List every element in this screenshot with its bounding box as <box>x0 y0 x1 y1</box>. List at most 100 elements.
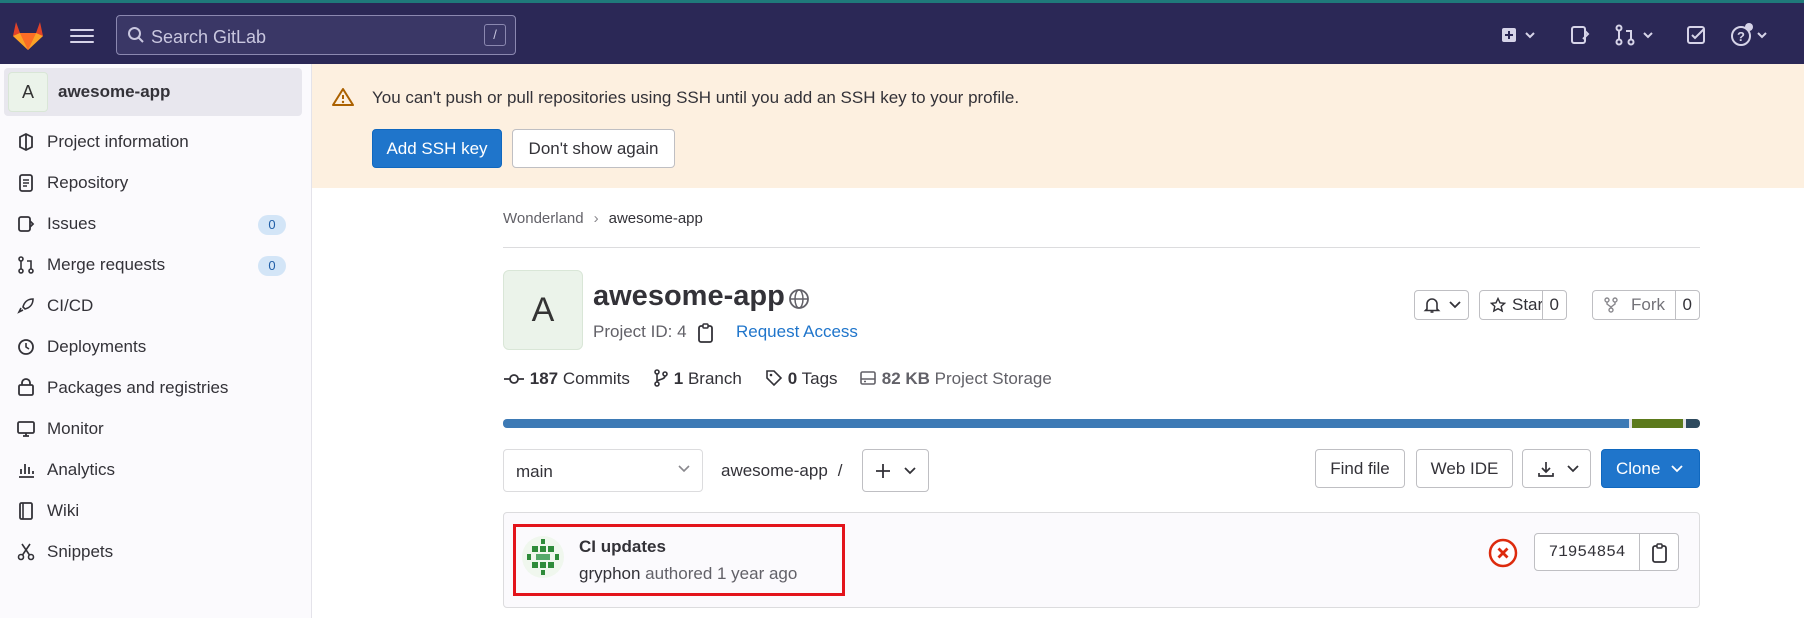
star-button[interactable]: Star 0 <box>1479 290 1567 320</box>
sidebar-item-label: Repository <box>47 173 129 192</box>
storage-icon <box>860 371 876 385</box>
branch-icon <box>654 369 668 387</box>
branch-count: 1 <box>673 369 684 388</box>
issues-count-badge: 0 <box>258 215 286 235</box>
merge-requests-nav-icon[interactable] <box>1614 23 1658 47</box>
dont-show-again-button[interactable]: Don't show again <box>512 129 675 168</box>
sidebar-item-label: Monitor <box>47 419 104 438</box>
language-segment[interactable] <box>503 419 1629 428</box>
copy-project-id-icon[interactable] <box>697 322 715 344</box>
pipeline-failed-icon[interactable] <box>1488 538 1518 568</box>
sidebar-item-project-information[interactable]: Project information <box>0 122 312 162</box>
sidebar-project-header[interactable]: A awesome-app <box>4 68 302 116</box>
todos-icon[interactable] <box>1685 23 1709 47</box>
clone-label: Clone <box>1616 459 1661 478</box>
find-file-button[interactable]: Find file <box>1315 449 1405 488</box>
tags-count: 0 <box>787 369 798 388</box>
copy-sha-button[interactable] <box>1639 533 1679 571</box>
path-separator: / <box>837 461 843 480</box>
chevron-down-icon <box>678 465 690 473</box>
merge-requests-count-badge: 0 <box>258 256 286 276</box>
menu-icon[interactable] <box>70 25 94 45</box>
language-segment[interactable] <box>1685 419 1700 428</box>
search-icon <box>128 27 144 43</box>
gitlab-logo-icon[interactable] <box>10 17 46 53</box>
search-input[interactable]: Search GitLab / <box>116 15 516 55</box>
package-icon <box>18 378 34 396</box>
commits-stat[interactable]: 187 Commits <box>503 369 630 389</box>
tags-stat[interactable]: 0 Tags <box>765 369 838 389</box>
breadcrumb-project-link[interactable]: awesome-app <box>609 210 703 227</box>
sidebar-item-monitor[interactable]: Monitor <box>0 409 312 449</box>
project-avatar-large: A <box>503 270 583 350</box>
commits-label: Commits <box>562 369 630 388</box>
repo-path-root-link[interactable]: awesome-app <box>721 461 828 480</box>
commit-icon <box>504 374 524 384</box>
sidebar-item-wiki[interactable]: Wiki <box>0 491 312 531</box>
repository-languages-bar <box>503 419 1700 428</box>
sidebar-item-label: Merge requests <box>47 255 166 274</box>
chevron-down-icon <box>904 467 916 475</box>
book-icon <box>19 502 33 520</box>
star-icon <box>1490 297 1506 313</box>
branch-name: main <box>516 462 553 481</box>
sidebar-item-label: Wiki <box>47 501 80 520</box>
repo-path: awesome-app / <box>721 461 843 481</box>
star-count[interactable]: 0 <box>1541 291 1566 319</box>
request-access-link[interactable]: Request Access <box>736 322 858 342</box>
project-id: Project ID: 4 <box>593 322 687 341</box>
language-segment[interactable] <box>1631 419 1683 428</box>
help-icon[interactable]: ? <box>1730 23 1774 47</box>
search-placeholder: Search GitLab <box>151 27 267 47</box>
sidebar-item-label: Issues <box>47 214 97 233</box>
sidebar-item-label: CI/CD <box>47 296 94 315</box>
download-icon <box>1538 462 1554 477</box>
storage-size: 82 KB <box>881 369 930 388</box>
warning-icon <box>332 88 354 106</box>
sidebar-item-deployments[interactable]: Deployments <box>0 327 312 367</box>
top-navbar: Search GitLab / ? <box>0 0 1804 64</box>
branch-label: Branch <box>687 369 742 388</box>
web-ide-button[interactable]: Web IDE <box>1416 449 1513 488</box>
notification-settings-button[interactable] <box>1414 290 1469 320</box>
sidebar-item-snippets[interactable]: Snippets <box>0 532 312 572</box>
storage-stat[interactable]: 82 KB Project Storage <box>859 369 1052 389</box>
fork-button[interactable]: Fork 0 <box>1592 290 1700 320</box>
sidebar-item-label: Deployments <box>47 337 147 356</box>
monitor-icon <box>17 421 35 437</box>
sidebar-item-merge-requests[interactable]: Merge requests 0 <box>0 245 312 285</box>
sidebar-item-repository[interactable]: Repository <box>0 163 312 203</box>
chevron-down-icon <box>1671 465 1683 473</box>
star-label: Star <box>1512 295 1544 314</box>
document-icon <box>19 174 33 192</box>
sidebar-item-issues[interactable]: Issues 0 <box>0 204 312 244</box>
create-new-icon[interactable] <box>1500 23 1540 47</box>
fork-icon <box>1604 297 1618 313</box>
project-sidebar: A awesome-app Project information Reposi… <box>0 64 312 618</box>
tag-icon <box>766 370 783 387</box>
bell-icon <box>1423 298 1441 313</box>
issues-nav-icon[interactable] <box>1568 23 1592 47</box>
chart-icon <box>19 464 34 478</box>
svg-text:?: ? <box>1737 29 1745 44</box>
chevron-down-icon <box>1567 465 1579 473</box>
public-globe-icon <box>789 289 809 309</box>
breadcrumb-group-link[interactable]: Wonderland <box>503 210 584 227</box>
commit-sha[interactable]: 71954854 <box>1534 533 1640 571</box>
add-ssh-key-button[interactable]: Add SSH key <box>372 129 502 168</box>
clone-button[interactable]: Clone <box>1601 449 1700 488</box>
project-avatar: A <box>8 72 48 112</box>
scissors-icon <box>17 543 35 561</box>
sidebar-item-label: Snippets <box>47 542 114 561</box>
sidebar-item-analytics[interactable]: Analytics <box>0 450 312 490</box>
fork-label: Fork <box>1631 295 1665 314</box>
download-button[interactable] <box>1522 449 1591 488</box>
sidebar-item-ci-cd[interactable]: CI/CD <box>0 286 312 326</box>
sidebar-item-packages-and-registries[interactable]: Packages and registries <box>0 368 312 408</box>
branches-stat[interactable]: 1 Branch <box>653 369 742 389</box>
branch-selector[interactable]: main <box>503 449 703 492</box>
merge-request-icon <box>18 256 34 274</box>
add-to-tree-button[interactable] <box>862 449 929 492</box>
fork-count[interactable]: 0 <box>1674 291 1699 319</box>
project-title: awesome-app <box>593 280 785 312</box>
